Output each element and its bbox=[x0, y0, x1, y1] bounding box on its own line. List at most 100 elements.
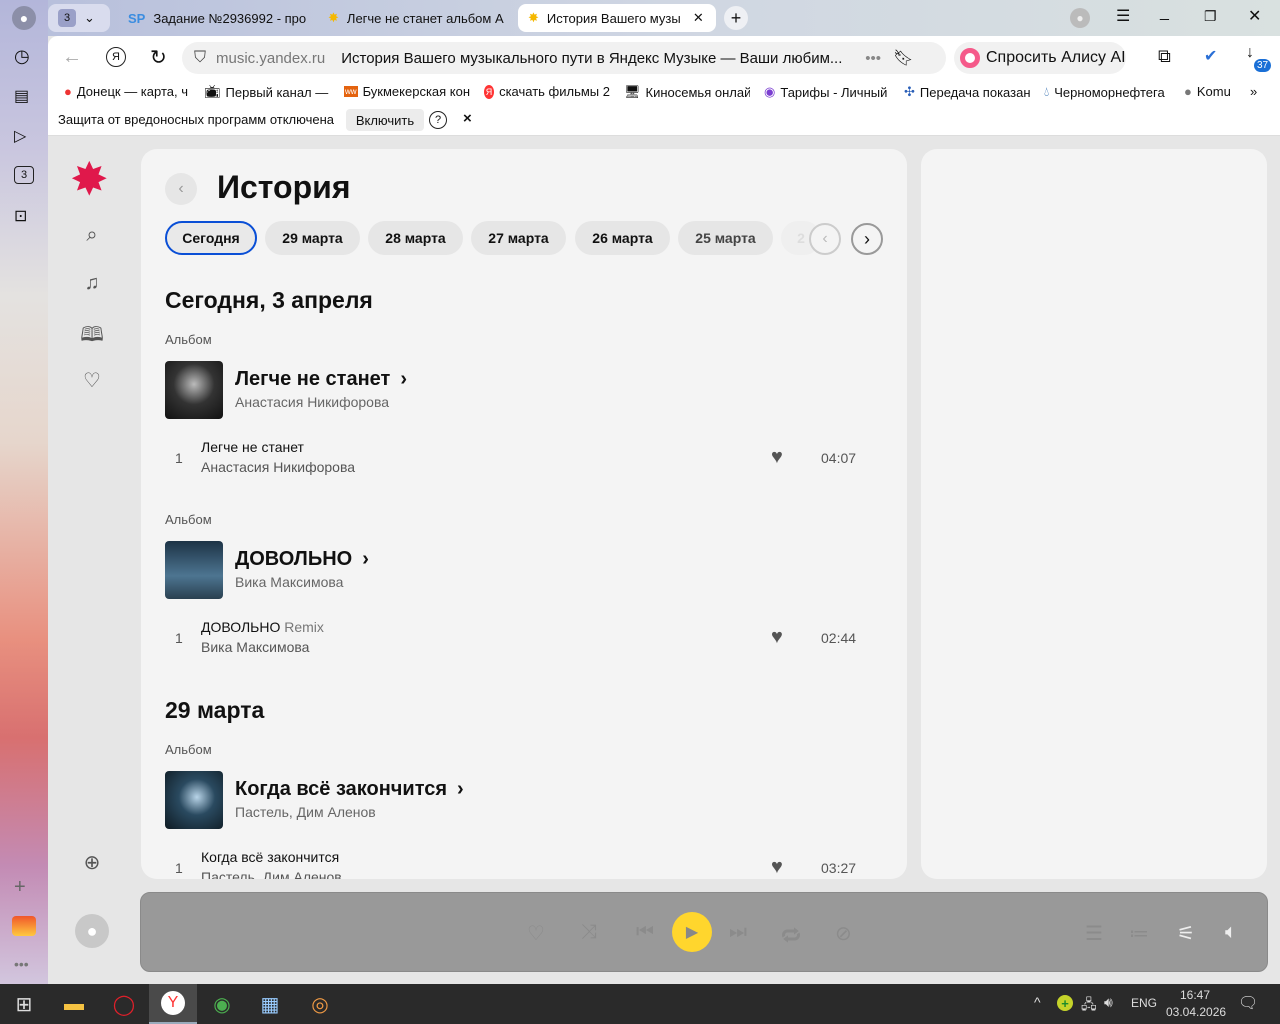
restore-button[interactable]: ❐ bbox=[1204, 8, 1217, 25]
track-row[interactable]: 1 ДОВОЛЬНО Remix Вика Максимова ♥ 02:44 bbox=[165, 614, 865, 664]
volume-icon[interactable]: 🔈︎ bbox=[1225, 921, 1237, 944]
album-cover[interactable] bbox=[165, 541, 223, 599]
album-artist[interactable]: Вика Максимова bbox=[235, 574, 343, 590]
chip-today[interactable]: Сегодня bbox=[165, 221, 257, 255]
downloads-icon[interactable]: ↓ bbox=[1246, 44, 1254, 62]
app-icon[interactable]: ▦ bbox=[246, 984, 294, 1024]
network-icon[interactable]: 🖧︎ bbox=[1081, 994, 1097, 1018]
yandex-browser-icon[interactable]: Y bbox=[149, 984, 197, 1024]
bookmark-item[interactable]: ww Букмекерская кон bbox=[344, 84, 470, 99]
shield-icon[interactable]: ⛉ bbox=[194, 49, 206, 67]
dislike-icon[interactable]: ⊘ bbox=[835, 921, 852, 946]
new-tab-button[interactable]: + bbox=[724, 6, 748, 30]
add-icon[interactable]: ⊕ bbox=[80, 850, 104, 874]
colorful-app-icon[interactable]: ◎ bbox=[296, 984, 344, 1024]
chip-date[interactable]: 27 марта bbox=[471, 221, 566, 255]
yandex-logo-button[interactable]: Я bbox=[106, 47, 126, 67]
mail-icon[interactable] bbox=[12, 916, 36, 936]
bookmark-icon[interactable]: 🔖︎ bbox=[893, 48, 913, 68]
track-row[interactable]: 1 Легче не станет Анастасия Никифорова ♥… bbox=[165, 434, 865, 484]
close-window-button[interactable]: ✕ bbox=[1248, 6, 1261, 26]
album-artist[interactable]: Пастель, Дим Аленов bbox=[235, 804, 376, 820]
address-bar[interactable]: ⛉ music.yandex.ru История Вашего музыкал… bbox=[182, 42, 946, 74]
bookmark-item[interactable]: 💧︎ Черноморнефтега bbox=[1044, 84, 1168, 100]
file-explorer-icon[interactable]: ▬ bbox=[50, 984, 98, 1024]
tray-chevron-icon[interactable]: ^ bbox=[1034, 994, 1041, 1010]
lyrics-icon[interactable]: ☰ bbox=[1085, 921, 1103, 946]
previous-icon[interactable]: ⏮︎ bbox=[636, 921, 654, 944]
extensions-icon[interactable]: ⧉ bbox=[1158, 46, 1171, 67]
profile-avatar-icon[interactable]: ● bbox=[12, 6, 36, 30]
bookmark-item[interactable]: ◉ Тарифы - Личный bbox=[764, 84, 890, 100]
bookmark-item[interactable]: ✣ Передача показан bbox=[904, 84, 1030, 100]
album-title-link[interactable]: Когда всё закончится › bbox=[235, 778, 464, 801]
chrome-icon[interactable]: ◉ bbox=[198, 984, 246, 1024]
track-row[interactable]: 1 Когда всё закончится Пастель, Дим Ален… bbox=[165, 844, 865, 879]
bookmark-item[interactable]: Яскачать фильмы 2 bbox=[484, 84, 610, 99]
tab-history-active[interactable]: ✸ История Вашего музы ✕ bbox=[518, 4, 716, 32]
tray-app-icon[interactable]: + bbox=[1057, 995, 1073, 1011]
screenshot-icon[interactable]: ⊡ bbox=[14, 206, 27, 226]
ask-alice-button[interactable]: Спросить Алису AI bbox=[954, 42, 1126, 74]
bookmark-item[interactable]: ● Донецк — карта, ч bbox=[64, 84, 188, 99]
play-button[interactable]: ▶ bbox=[672, 912, 712, 952]
podcasts-books-icon[interactable]: 🕮︎ bbox=[80, 320, 104, 346]
bookmark-item[interactable]: 🖥︎ Киносемья онлай bbox=[624, 84, 750, 100]
minimize-button[interactable]: _ bbox=[1160, 4, 1169, 22]
bookmark-item[interactable]: ● Komu bbox=[1184, 84, 1236, 99]
tab-group-button[interactable]: 3 ⌄ bbox=[48, 4, 110, 32]
album-title-link[interactable]: Легче не станет › bbox=[235, 368, 407, 391]
add-panel-icon[interactable]: + bbox=[14, 876, 26, 899]
chip-date[interactable]: 25 марта bbox=[678, 221, 773, 255]
settings-sliders-icon[interactable]: ⚟ bbox=[1177, 921, 1195, 946]
next-icon[interactable]: ⏭︎ bbox=[729, 921, 747, 944]
help-icon[interactable]: ? bbox=[429, 111, 447, 129]
track-artist[interactable]: Пастель, Дим Аленов bbox=[201, 869, 342, 879]
start-button-windows-icon[interactable]: ⊞ bbox=[0, 984, 48, 1024]
close-infobar-button[interactable]: × bbox=[463, 110, 472, 127]
search-icon[interactable]: ⌕ bbox=[80, 224, 104, 248]
album-cover[interactable] bbox=[165, 771, 223, 829]
album-title-link[interactable]: ДОВОЛЬНО › bbox=[235, 548, 369, 571]
clock-date[interactable]: 03.04.2026 bbox=[1166, 1005, 1226, 1019]
account-icon[interactable]: ● bbox=[1070, 8, 1090, 28]
video-icon[interactable]: ▷ bbox=[14, 126, 26, 146]
history-icon[interactable]: ◷ bbox=[14, 46, 30, 67]
music-note-icon[interactable]: ♫ bbox=[80, 272, 104, 296]
heart-filled-icon[interactable]: ♥ bbox=[771, 626, 783, 649]
shuffle-icon[interactable]: ⤨ bbox=[581, 921, 597, 944]
back-chevron-button[interactable]: ‹ bbox=[165, 173, 197, 205]
opera-icon[interactable]: ◯ bbox=[100, 984, 148, 1024]
track-artist[interactable]: Анастасия Никифорова bbox=[201, 459, 355, 475]
tab-task[interactable]: SP Задание №2936992 - про bbox=[118, 4, 314, 32]
chips-prev-button[interactable]: ‹ bbox=[809, 223, 841, 255]
more-icon[interactable]: ••• bbox=[14, 956, 29, 972]
album-cover[interactable] bbox=[165, 361, 223, 419]
more-dots-icon[interactable]: ••• bbox=[865, 50, 881, 67]
language-indicator[interactable]: ENG bbox=[1131, 996, 1157, 1010]
chip-date[interactable]: 26 марта bbox=[575, 221, 670, 255]
tabs-counter-icon[interactable]: 3 bbox=[14, 166, 34, 184]
queue-icon[interactable]: ≔ bbox=[1129, 921, 1149, 946]
bookmark-item[interactable]: 📺︎ Первый канал — с bbox=[204, 84, 330, 100]
heart-filled-icon[interactable]: ♥ bbox=[771, 856, 783, 879]
yandex-music-logo-icon[interactable]: ✸ bbox=[70, 156, 109, 202]
heart-filled-icon[interactable]: ♥ bbox=[771, 446, 783, 469]
clock-time[interactable]: 16:47 bbox=[1180, 988, 1210, 1002]
chip-date[interactable]: 29 марта bbox=[265, 221, 360, 255]
enable-protection-button[interactable]: Включить bbox=[346, 109, 424, 131]
back-button[interactable]: ← bbox=[62, 46, 82, 69]
notifications-icon[interactable]: 🗨︎ bbox=[1238, 993, 1258, 1013]
chips-next-button[interactable]: › bbox=[851, 223, 883, 255]
security-extension-icon[interactable]: ✔ bbox=[1204, 46, 1217, 66]
like-icon[interactable]: ♡ bbox=[527, 921, 545, 946]
repeat-icon[interactable]: 🔁︎ bbox=[781, 921, 801, 950]
user-avatar[interactable]: ● bbox=[75, 914, 109, 948]
speaker-icon[interactable]: 🔊︎ bbox=[1104, 994, 1113, 1011]
close-tab-icon[interactable]: ✕ bbox=[693, 10, 704, 26]
collections-icon[interactable]: ▤ bbox=[14, 86, 29, 106]
tab-album[interactable]: ✸ Легче не станет альбом А bbox=[318, 4, 514, 32]
collection-heart-icon[interactable]: ♡ bbox=[80, 368, 104, 392]
track-artist[interactable]: Вика Максимова bbox=[201, 639, 309, 655]
menu-icon[interactable]: ☰ bbox=[1116, 6, 1130, 26]
